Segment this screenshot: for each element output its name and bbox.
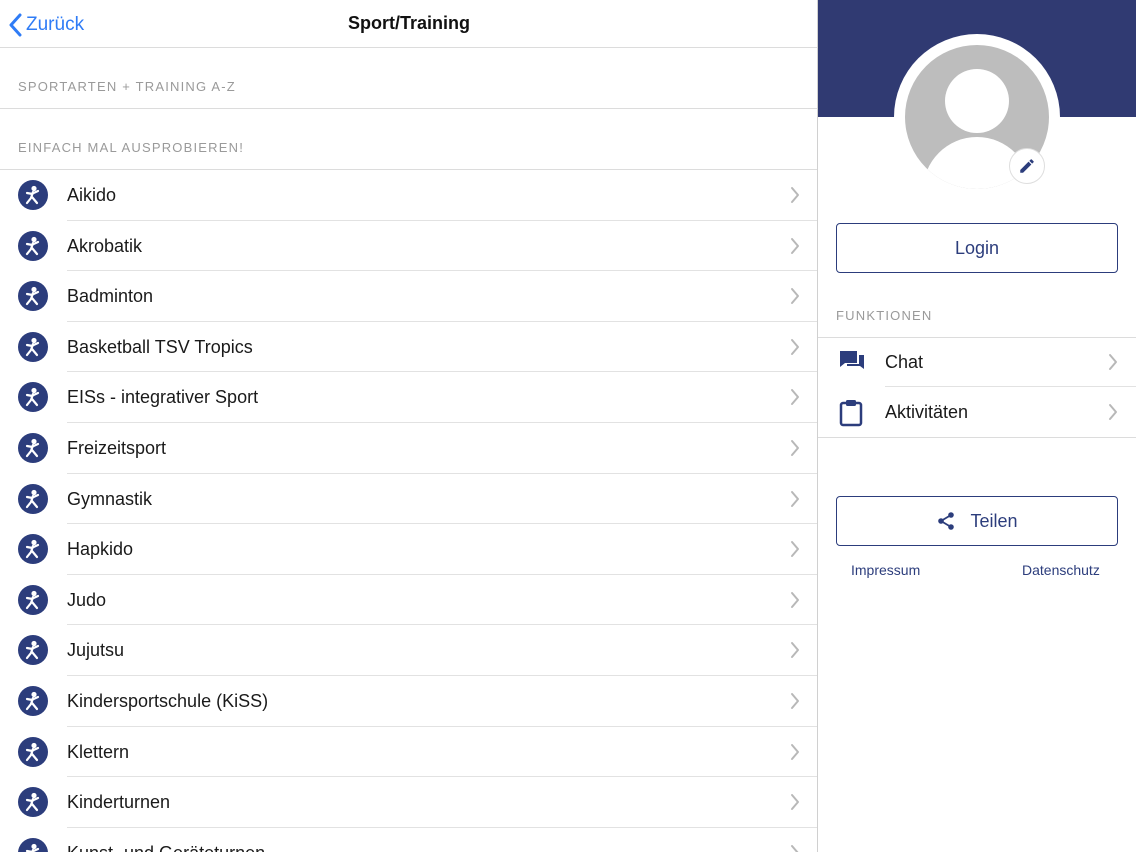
chevron-right-icon (791, 541, 799, 558)
jujutsu-icon-glyph (25, 641, 40, 660)
sport-list: Aikido Akrobatik Badminton Basketball TSV T… (0, 170, 818, 852)
list-item[interactable]: Badminton (0, 271, 818, 322)
list-item-label: Basketball TSV Tropics (67, 336, 253, 357)
gymnastics-icon-glyph (25, 489, 40, 508)
list-item-label: Klettern (67, 741, 130, 762)
datenschutz-link[interactable]: Datenschutz (1022, 562, 1100, 578)
kids-sport-icon-glyph (25, 691, 40, 711)
list-item[interactable]: EISs - integrativer Sport (0, 372, 818, 423)
chevron-right-icon (791, 187, 799, 203)
kids-gymnastics-icon (18, 787, 48, 818)
badminton-icon (18, 281, 48, 312)
page-title: Sport/Training (347, 13, 470, 33)
list-item[interactable]: Gymnastik (0, 474, 818, 525)
integrative-sport-icon (18, 382, 48, 413)
functions-section-label: FUNKTIONEN (836, 308, 933, 323)
list-item-label: Judo (67, 589, 107, 610)
list-item-label: Kunst- und Geräteturnen (67, 843, 265, 852)
list-item-label: Freizeitsport (67, 437, 167, 458)
list-item[interactable]: Aikido (0, 170, 818, 221)
list-item-label: Akrobatik (67, 235, 143, 256)
chevron-right-icon (791, 844, 799, 852)
chevron-right-icon (791, 288, 799, 305)
section-header-az: SPORTARTEN + TRAINING A-Z (0, 48, 818, 109)
basketball-icon-glyph (25, 337, 40, 356)
chevron-right-icon (791, 692, 799, 709)
gymnastics-icon (18, 483, 48, 514)
list-item-label: Hapkido (67, 539, 134, 560)
martial-arts-kick-icon-glyph (25, 185, 40, 205)
list-item-label: Gymnastik (67, 488, 153, 509)
chevron-right-icon (791, 743, 799, 760)
apparatus-gymnastics-icon (18, 837, 48, 852)
climbing-icon (18, 736, 48, 767)
list-item-label: Jujutsu (67, 640, 125, 661)
kids-gymnastics-icon-glyph (25, 793, 40, 812)
list-item[interactable]: Klettern (0, 727, 818, 778)
list-item[interactable]: Kindersportschule (KiSS) (0, 676, 818, 727)
share-button-label: Teilen (970, 510, 1018, 531)
pencil-icon (1020, 159, 1034, 173)
kids-sport-icon (18, 685, 48, 716)
list-item-label: Kindersportschule (KiSS) (67, 690, 269, 711)
avatar-head-silhouette (945, 69, 1009, 133)
share-icon (938, 512, 955, 530)
acrobatics-icon (18, 230, 48, 261)
chat-icon (840, 351, 864, 369)
list-item-label: Badminton (67, 286, 154, 307)
list-item-label: EISs - integrativer Sport (67, 387, 259, 408)
list-item[interactable]: Basketball TSV Tropics (0, 322, 818, 373)
chevron-right-icon (791, 490, 799, 507)
section-label-az: SPORTARTEN + TRAINING A-Z (18, 79, 236, 94)
chevron-right-icon (791, 338, 799, 355)
chevron-right-icon (791, 591, 799, 608)
list-item[interactable]: Kinderturnen (0, 777, 818, 828)
edit-profile-button[interactable] (1009, 148, 1045, 184)
share-button[interactable]: Teilen (836, 496, 1118, 546)
integrative-sport-icon-glyph (25, 388, 40, 407)
list-item[interactable]: Kunst- und Geräteturnen (0, 828, 818, 852)
chevron-right-icon (791, 389, 799, 406)
climbing-icon-glyph (25, 742, 40, 761)
function-item-chat[interactable]: Chat (818, 337, 1136, 387)
navigation-bar: Zurück Sport/Training (0, 0, 818, 48)
jujutsu-icon (18, 635, 48, 666)
chevron-right-icon (791, 642, 799, 659)
chevron-right-icon (1109, 404, 1117, 420)
running-icon (18, 432, 48, 463)
list-item[interactable]: Freizeitsport (0, 423, 818, 474)
function-label-chat: Chat (885, 352, 924, 372)
chevron-right-icon (791, 237, 799, 254)
list-item-label: Aikido (67, 185, 117, 205)
list-item[interactable]: Hapkido (0, 524, 818, 575)
list-item[interactable]: Jujutsu (0, 625, 818, 676)
martial-arts-kick-icon (18, 534, 48, 565)
judo-icon (18, 584, 48, 615)
list-item[interactable]: Akrobatik (0, 221, 818, 272)
impressum-link[interactable]: Impressum (851, 562, 920, 578)
basketball-icon (18, 331, 48, 362)
chevron-right-icon (791, 794, 799, 811)
function-item-activities[interactable]: Aktivitäten (818, 387, 1136, 437)
list-item[interactable]: Judo (0, 575, 818, 626)
clipboard-icon (839, 400, 863, 427)
profile-sidebar: Login FUNKTIONEN Chat Aktivitäten Teilen… (818, 0, 1136, 852)
chevron-right-icon (1109, 354, 1117, 370)
list-item-label: Kinderturnen (67, 792, 171, 813)
acrobatics-icon-glyph (25, 236, 40, 255)
running-icon-glyph (25, 438, 40, 458)
apparatus-gymnastics-icon-glyph (25, 843, 40, 852)
functions-bottom-divider (818, 437, 1136, 438)
section-label-try: EINFACH MAL AUSPROBIEREN! (18, 140, 245, 155)
martial-arts-kick-icon-glyph (25, 540, 40, 559)
badminton-icon-glyph (25, 287, 40, 306)
section-header-try: EINFACH MAL AUSPROBIEREN! (0, 109, 818, 170)
chevron-right-icon (791, 439, 799, 456)
martial-arts-kick-icon (18, 180, 48, 210)
sport-list-pane: Zurück Sport/Training SPORTARTEN + TRAIN… (0, 0, 818, 852)
judo-icon-glyph (25, 590, 40, 609)
login-button[interactable]: Login (836, 223, 1118, 273)
function-label-activities: Aktivitäten (885, 402, 969, 422)
